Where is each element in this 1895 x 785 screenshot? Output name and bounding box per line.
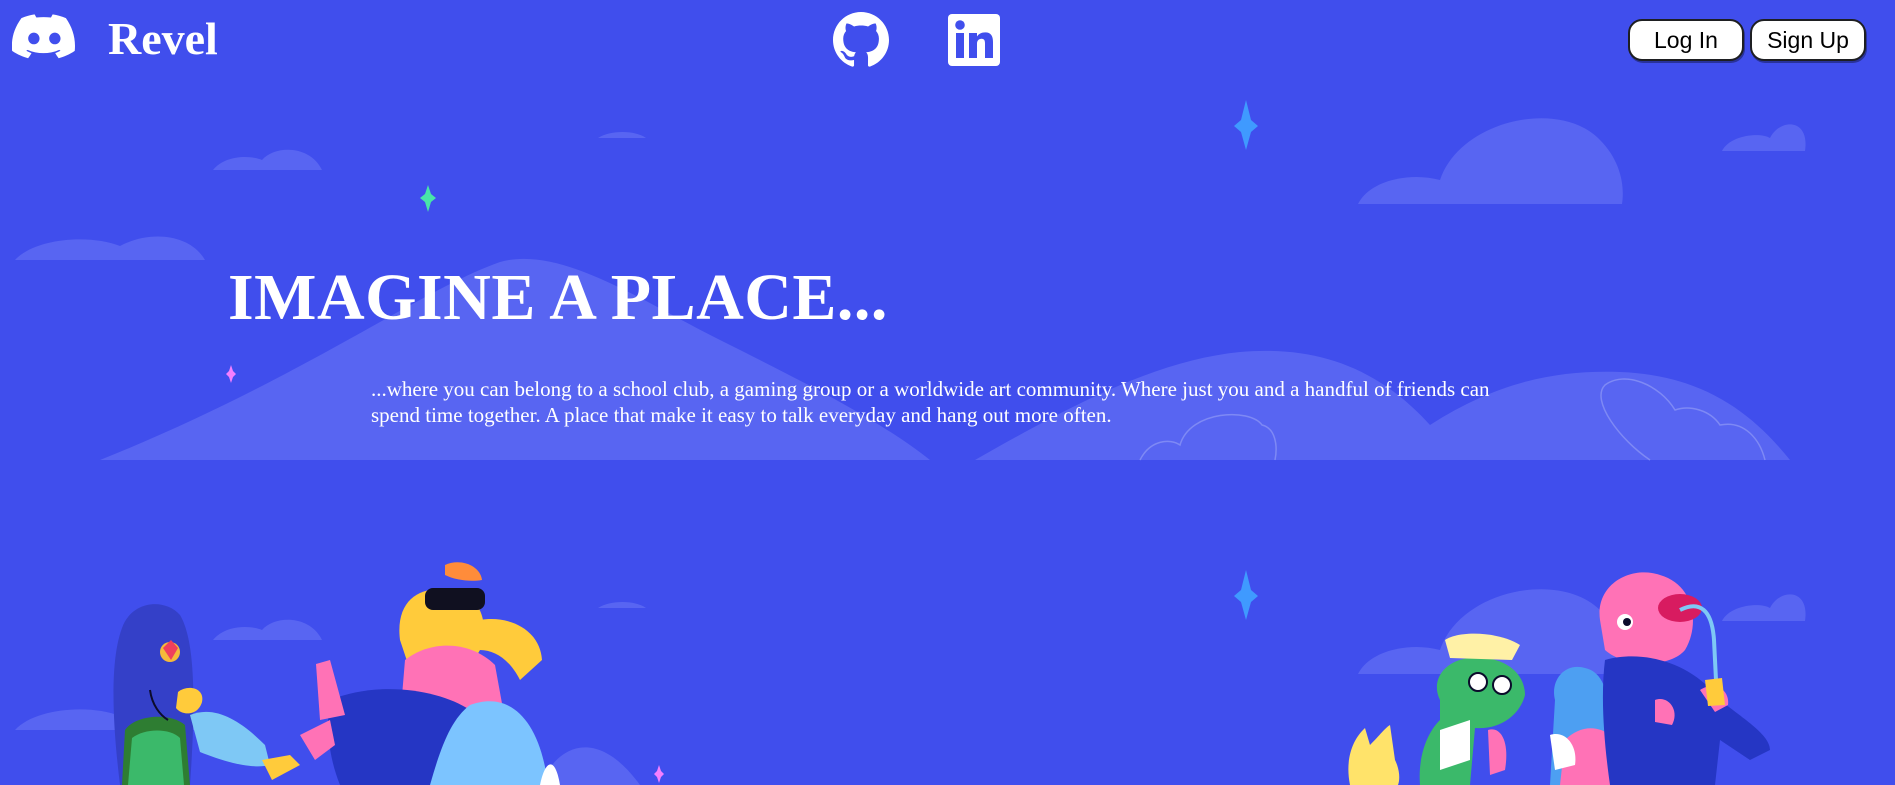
cloud bbox=[15, 236, 205, 260]
cloud bbox=[213, 149, 322, 170]
sparkle-icon bbox=[226, 365, 236, 383]
linkedin-link[interactable] bbox=[946, 12, 1002, 68]
sparkle-icon bbox=[420, 185, 436, 212]
hero-description: ...where you can belong to a school club… bbox=[371, 377, 1490, 427]
character-sunglasses bbox=[300, 562, 560, 785]
discord-logo-icon bbox=[12, 14, 75, 59]
hero-title: IMAGINE A PLACE... bbox=[228, 261, 888, 334]
cloud bbox=[1722, 124, 1806, 151]
github-link[interactable] bbox=[833, 12, 889, 68]
brand[interactable]: Revel bbox=[12, 12, 218, 66]
sparkle-icon bbox=[1234, 100, 1258, 150]
login-button[interactable]: Log In bbox=[1628, 19, 1744, 61]
characters-illustration bbox=[113, 562, 1770, 785]
linkedin-icon bbox=[948, 14, 1000, 66]
brand-name: Revel bbox=[108, 13, 218, 64]
signup-button[interactable]: Sign Up bbox=[1750, 19, 1866, 61]
character-left-girl bbox=[113, 604, 300, 785]
cloud bbox=[598, 132, 646, 138]
character-green bbox=[1348, 633, 1525, 785]
top-navigation: Revel Log In Sign Up bbox=[0, 0, 1895, 80]
github-icon bbox=[833, 12, 889, 67]
cloud bbox=[1358, 118, 1623, 204]
character-pink bbox=[1599, 572, 1770, 785]
